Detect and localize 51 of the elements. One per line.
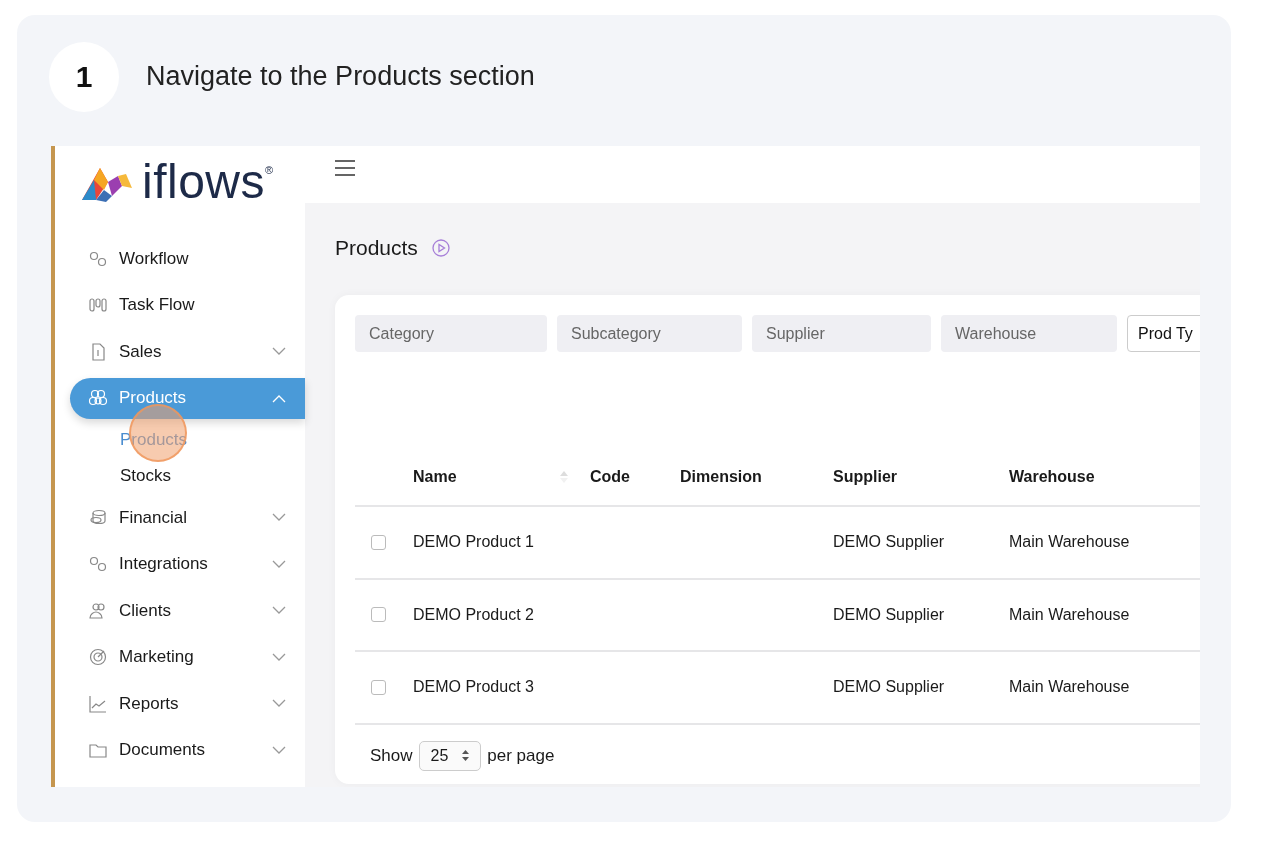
table-cell-text: Main Warehouse xyxy=(1009,678,1131,697)
sidebar-item[interactable]: Sales xyxy=(70,331,305,372)
table-cell-text: DEMO Supplier xyxy=(833,533,946,552)
submenu-item[interactable]: Stocks xyxy=(120,460,172,492)
filter-field[interactable]: Warehouse xyxy=(941,315,1117,352)
sidebar-item[interactable]: Task Flow xyxy=(70,284,305,326)
table-cell-text: Main Warehouse xyxy=(1009,605,1131,624)
per-page-select[interactable]: 25 xyxy=(418,740,482,771)
table-cell-text: DEMO Product 2 xyxy=(413,605,535,624)
logo-icon xyxy=(82,166,134,202)
per-page-label: per page xyxy=(487,745,555,766)
sidebar-item[interactable]: Marketing xyxy=(70,636,305,678)
sidebar-item[interactable]: Financial xyxy=(70,497,305,538)
registered-mark: ® xyxy=(265,164,274,176)
boxes-icon xyxy=(88,388,108,408)
column-header[interactable]: Name xyxy=(413,468,457,486)
table-cell-text: DEMO Product 3 xyxy=(413,678,535,697)
sidebar-item[interactable]: Integrations xyxy=(70,543,305,585)
row-checkbox[interactable] xyxy=(371,607,386,623)
filter-field[interactable]: Category xyxy=(355,315,547,352)
column-header[interactable]: Code xyxy=(590,468,630,486)
column-header[interactable]: Supplier xyxy=(833,468,897,486)
sidebar-item[interactable]: Clients xyxy=(70,590,305,631)
table-cell-text: DEMO Product 1 xyxy=(413,533,535,552)
column-header[interactable]: Warehouse xyxy=(1009,468,1095,486)
columns-icon xyxy=(88,295,108,315)
sidebar-item[interactable]: Documents xyxy=(70,729,305,771)
table-cell-text: DEMO Supplier xyxy=(833,605,946,624)
menu-icon[interactable] xyxy=(335,159,355,176)
sidebar-item[interactable]: Workflow xyxy=(70,238,305,279)
filter-field[interactable]: Supplier xyxy=(752,315,931,352)
table-cell-text: Main Warehouse xyxy=(1009,533,1131,552)
target-icon xyxy=(88,647,108,667)
row-checkbox[interactable] xyxy=(371,679,386,695)
sort-icon[interactable] xyxy=(560,471,568,483)
logo-text: iflows xyxy=(142,158,266,206)
filter-field[interactable]: Subcategory xyxy=(557,315,742,352)
stepper-icon xyxy=(462,750,470,761)
filter-dropdown[interactable]: Prod Ty xyxy=(1127,315,1200,352)
show-label: Show xyxy=(370,745,413,766)
sidebar-item[interactable]: Reports xyxy=(70,683,305,724)
page-title: Products xyxy=(335,236,418,260)
chart-icon xyxy=(88,693,108,714)
people-icon xyxy=(88,600,108,621)
column-header[interactable]: Dimension xyxy=(680,468,762,486)
step-number: 1 xyxy=(49,41,119,112)
gears-icon xyxy=(88,554,108,574)
step-title: Navigate to the Products section xyxy=(146,61,535,92)
play-icon[interactable] xyxy=(431,239,450,257)
table-cell-text: DEMO Supplier xyxy=(833,678,946,697)
row-checkbox[interactable] xyxy=(371,534,386,550)
